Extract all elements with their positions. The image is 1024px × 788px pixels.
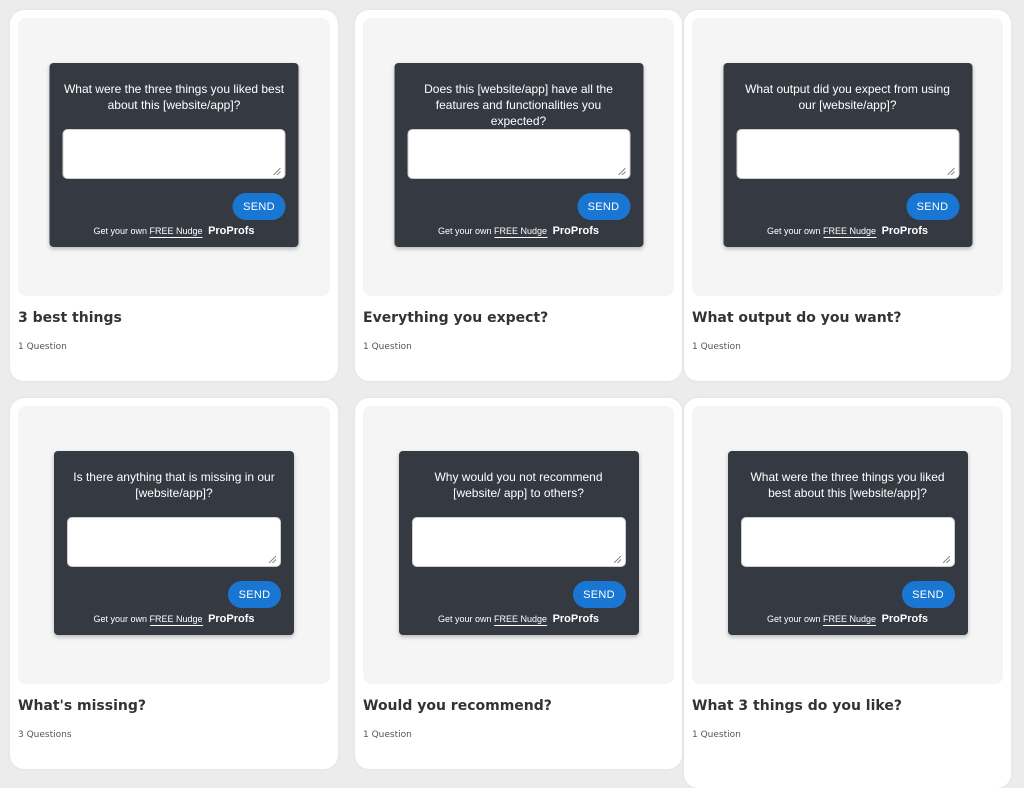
footer-prefix: Get your own xyxy=(766,614,821,624)
widget-preview: Is there anything that is missing in our… xyxy=(18,406,330,684)
widget-preview: What output did you expect from using ou… xyxy=(692,18,1003,296)
feedback-widget: Why would you not recommend [website/ ap… xyxy=(398,451,639,635)
free-nudge-link[interactable]: FREE Nudge xyxy=(494,614,548,626)
proprofs-logo: ProProfs xyxy=(552,225,600,237)
widget-question: What were the three things you liked bes… xyxy=(63,82,285,112)
question-count: 3 Questions xyxy=(18,730,72,740)
widget-question: What output did you expect from using ou… xyxy=(745,82,950,112)
question-count: 1 Question xyxy=(363,730,412,740)
template-card-what-output[interactable]: What output did you expect from using ou… xyxy=(684,10,1011,381)
footer-prefix: Get your own xyxy=(766,226,821,236)
free-nudge-link[interactable]: FREE Nudge xyxy=(823,614,877,626)
resize-grip-icon[interactable] xyxy=(947,168,954,175)
proprofs-logo: ProProfs xyxy=(881,613,929,625)
proprofs-logo: ProProfs xyxy=(208,613,255,625)
answer-textarea[interactable] xyxy=(62,129,286,179)
widget-question: Is there anything that is missing in our… xyxy=(73,470,275,500)
answer-textarea[interactable] xyxy=(740,517,955,567)
free-nudge-link[interactable]: FREE Nudge xyxy=(494,226,548,238)
answer-textarea[interactable] xyxy=(407,129,630,179)
feedback-widget: What were the three things you liked bes… xyxy=(727,451,968,635)
feedback-widget: What were the three things you liked bes… xyxy=(49,63,299,247)
footer-prefix: Get your own xyxy=(437,614,492,624)
send-button[interactable]: SEND xyxy=(232,193,286,220)
proprofs-logo: ProProfs xyxy=(552,613,600,625)
template-card-what-3-things[interactable]: What were the three things you liked bes… xyxy=(684,398,1011,788)
widget-preview: Why would you not recommend [website/ ap… xyxy=(363,406,674,684)
resize-grip-icon[interactable] xyxy=(618,168,625,175)
resize-grip-icon[interactable] xyxy=(273,168,281,175)
send-button[interactable]: SEND xyxy=(228,581,281,608)
free-nudge-link[interactable]: FREE Nudge xyxy=(823,226,877,238)
template-card-3-best-things[interactable]: What were the three things you liked bes… xyxy=(10,10,338,381)
answer-textarea[interactable] xyxy=(67,517,281,567)
widget-footer: Get your own FREE Nudge ProProfs xyxy=(399,613,639,626)
widget-preview: What were the three things you liked bes… xyxy=(692,406,1003,684)
feedback-widget: Is there anything that is missing in our… xyxy=(54,451,294,635)
widget-preview: What were the three things you liked bes… xyxy=(18,18,330,296)
footer-prefix: Get your own xyxy=(93,226,147,236)
card-title[interactable]: Everything you expect? xyxy=(363,310,548,326)
template-card-whats-missing[interactable]: Is there anything that is missing in our… xyxy=(10,398,338,769)
footer-prefix: Get your own xyxy=(437,226,492,236)
widget-footer: Get your own FREE Nudge ProProfs xyxy=(728,613,968,626)
template-card-would-you-recommend[interactable]: Why would you not recommend [website/ ap… xyxy=(355,398,682,769)
answer-textarea[interactable] xyxy=(736,129,959,179)
widget-preview: Does this [website/app] have all the fea… xyxy=(363,18,674,296)
send-button[interactable]: SEND xyxy=(577,193,630,220)
resize-grip-icon[interactable] xyxy=(613,556,621,563)
answer-textarea[interactable] xyxy=(411,517,626,567)
widget-footer: Get your own FREE Nudge ProProfs xyxy=(723,225,972,238)
footer-prefix: Get your own xyxy=(93,614,147,624)
proprofs-logo: ProProfs xyxy=(881,225,929,237)
resize-grip-icon[interactable] xyxy=(942,556,950,563)
proprofs-logo: ProProfs xyxy=(208,225,255,237)
widget-footer: Get your own FREE Nudge ProProfs xyxy=(54,613,294,626)
card-title[interactable]: 3 best things xyxy=(18,310,122,326)
free-nudge-link[interactable]: FREE Nudge xyxy=(149,614,203,626)
resize-grip-icon[interactable] xyxy=(269,556,276,563)
feedback-widget: What output did you expect from using ou… xyxy=(723,63,972,247)
card-title[interactable]: What output do you want? xyxy=(692,310,902,326)
send-button[interactable]: SEND xyxy=(572,581,626,608)
send-button[interactable]: SEND xyxy=(901,581,955,608)
card-title[interactable]: What 3 things do you like? xyxy=(692,698,902,714)
question-count: 1 Question xyxy=(18,342,67,352)
widget-question: Does this [website/app] have all the fea… xyxy=(424,82,613,128)
question-count: 1 Question xyxy=(363,342,412,352)
question-count: 1 Question xyxy=(692,730,741,740)
question-count: 1 Question xyxy=(692,342,741,352)
free-nudge-link[interactable]: FREE Nudge xyxy=(149,226,203,238)
widget-question: Why would you not recommend [website/ ap… xyxy=(434,470,603,500)
feedback-widget: Does this [website/app] have all the fea… xyxy=(394,63,643,247)
widget-footer: Get your own FREE Nudge ProProfs xyxy=(394,225,643,238)
send-button[interactable]: SEND xyxy=(906,193,959,220)
widget-footer: Get your own FREE Nudge ProProfs xyxy=(50,225,299,238)
card-title[interactable]: Would you recommend? xyxy=(363,698,552,714)
card-title[interactable]: What's missing? xyxy=(18,698,146,714)
template-card-everything-you-expect[interactable]: Does this [website/app] have all the fea… xyxy=(355,10,682,381)
widget-question: What were the three things you liked bes… xyxy=(750,470,945,500)
